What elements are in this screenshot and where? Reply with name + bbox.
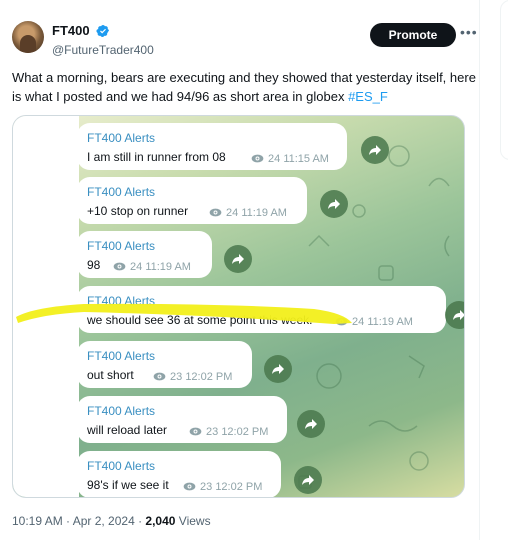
forward-arrow-icon [369,145,381,155]
author-info: FT400 @FutureTrader400 [52,22,154,57]
view-count: 24 [352,316,365,328]
message-meta: 23 12:02 PM [189,426,268,438]
views-count: 2,040 [145,514,176,528]
message-text: will reload later [87,423,168,437]
forward-button[interactable] [297,410,325,438]
eye-icon [251,154,264,163]
tweet-footer: 10:19 AM · Apr 2, 2024 · 2,040 Views [12,514,211,528]
media-left-blank [13,116,79,497]
telegram-message: FT400 Alerts 98 24 11:19 AM [77,231,212,278]
message-sender: FT400 Alerts [87,185,156,199]
message-text: I am still in runner from 08 [87,150,226,164]
sidebar-card [500,0,508,160]
view-count: 24 [226,207,239,219]
more-horizontal-icon[interactable]: ••• [460,25,477,41]
message-meta: 24 11:19 AM [209,207,287,219]
author-display-name[interactable]: FT400 [52,23,90,38]
forward-button[interactable] [320,190,348,218]
tweet-header: FT400 @FutureTrader400 Promote ••• [12,21,477,57]
message-time: 12:02 PM [221,426,269,438]
forward-button[interactable] [294,466,322,494]
message-meta: 23 12:02 PM [153,371,232,383]
telegram-message: FT400 Alerts +10 stop on runner 24 11:19… [77,177,307,224]
message-time: 11:15 AM [283,153,329,165]
eye-icon [189,427,202,436]
message-meta: 24 11:19 AM [335,316,413,328]
telegram-message: FT400 Alerts we should see 36 at some po… [77,286,446,333]
telegram-message: FT400 Alerts out short 23 12:02 PM [77,341,252,388]
message-sender: FT400 Alerts [87,131,156,145]
message-text: 98 [87,258,101,272]
telegram-message: FT400 Alerts I am still in runner from 0… [77,123,347,170]
forward-arrow-icon [453,310,464,320]
author-handle[interactable]: @FutureTrader400 [52,43,154,57]
view-count: 23 [206,426,219,438]
telegram-message: FT400 Alerts will reload later 23 12:02 … [77,396,287,443]
message-meta: 24 11:19 AM [113,261,191,273]
forward-arrow-icon [302,475,314,485]
tweet-body: What a morning, bears are executing and … [12,70,476,104]
message-meta: 23 12:02 PM [183,481,262,493]
view-count: 23 [170,371,183,383]
eye-icon [209,208,222,217]
message-sender: FT400 Alerts [87,239,156,253]
eye-icon [183,482,196,491]
promote-button[interactable]: Promote [370,23,456,47]
views-label: Views [175,514,211,528]
message-time: 12:02 PM [185,371,233,383]
view-count: 24 [130,261,143,273]
message-time: 11:19 AM [145,261,191,273]
view-count: 23 [200,481,213,493]
forward-button[interactable] [361,136,389,164]
forward-button[interactable] [445,301,464,329]
message-text: 98's if we see it [87,478,169,492]
avatar[interactable] [12,21,44,53]
message-time: 11:19 AM [367,316,413,328]
message-time: 12:02 PM [215,481,263,493]
forward-arrow-icon [272,364,284,374]
message-meta: 24 11:15 AM [251,153,329,165]
hashtag-link[interactable]: #ES_F [348,89,388,104]
eye-icon [335,317,348,326]
telegram-message: FT400 Alerts 98's if we see it 23 12:02 … [77,451,281,497]
tweet-timestamp[interactable]: 10:19 AM · Apr 2, 2024 · [12,514,145,528]
eye-icon [113,262,126,271]
view-count: 24 [268,153,281,165]
forward-arrow-icon [328,199,340,209]
message-sender: FT400 Alerts [87,459,156,473]
message-text: out short [87,368,134,382]
message-sender: FT400 Alerts [87,349,156,363]
forward-button[interactable] [264,355,292,383]
forward-arrow-icon [232,254,244,264]
message-time: 11:19 AM [241,207,287,219]
message-sender: FT400 Alerts [87,404,156,418]
forward-arrow-icon [305,419,317,429]
tweet-text: What a morning, bears are executing and … [12,68,478,106]
message-text: we should see 36 at some point this week… [87,313,313,327]
verified-badge-icon [96,24,110,37]
column-divider [479,0,480,540]
forward-button[interactable] [224,245,252,273]
message-sender: FT400 Alerts [87,294,156,308]
message-text: +10 stop on runner [87,204,189,218]
eye-icon [153,372,166,381]
tweet-media-image[interactable]: FT400 Alerts I am still in runner from 0… [12,115,465,498]
